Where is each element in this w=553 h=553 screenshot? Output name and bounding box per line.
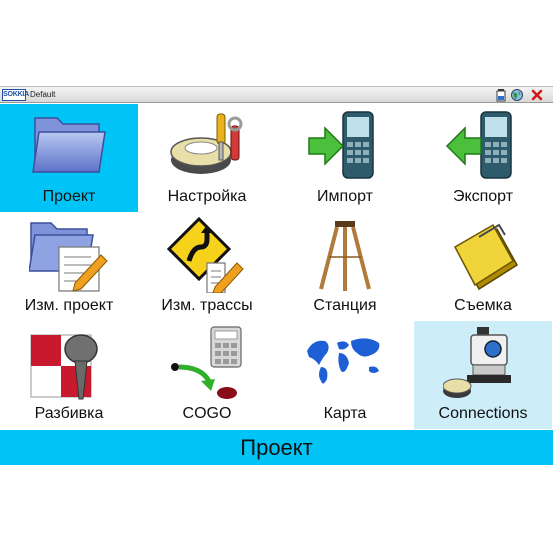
tile-station[interactable]: Станция (276, 213, 414, 321)
tile-label: Изм. трассы (161, 297, 253, 314)
window-title: Default (30, 90, 56, 99)
field-book-icon (454, 223, 518, 291)
tile-survey[interactable]: Съемка (414, 213, 552, 321)
tile-label: Проект (42, 188, 96, 205)
tile-settings[interactable]: Настройка (138, 104, 276, 212)
export-icon (445, 111, 512, 179)
tile-cogo[interactable]: COGO (138, 321, 276, 429)
tile-connections[interactable]: Connections (414, 321, 552, 429)
tile-label: Настройка (167, 188, 247, 205)
tile-label: Станция (313, 297, 377, 314)
world-map-icon (307, 338, 380, 384)
tile-edit-project[interactable]: Изм. проект (0, 213, 138, 321)
tile-map[interactable]: Карта (276, 321, 414, 429)
close-icon[interactable] (530, 88, 544, 102)
stakeout-icon (30, 334, 98, 400)
globe-icon[interactable] (510, 88, 524, 102)
settings-tools-icon (170, 113, 243, 174)
tile-export[interactable]: Экспорт (414, 104, 552, 212)
tile-label: COGO (182, 405, 232, 422)
tile-import[interactable]: Импорт (276, 104, 414, 212)
tile-label: Экспорт (452, 188, 514, 205)
edit-project-icon (29, 222, 108, 292)
tile-project[interactable]: Проект (0, 104, 138, 212)
road-sign-icon (167, 217, 244, 293)
battery-icon[interactable] (494, 88, 508, 102)
title-bar: SOKKIA Default (0, 86, 553, 103)
tile-edit-alignment[interactable]: Изм. трассы (138, 213, 276, 321)
app-logo: SOKKIA (2, 89, 29, 101)
tile-stakeout[interactable]: Разбивка (0, 321, 138, 429)
total-station-icon (443, 327, 511, 398)
import-icon (308, 111, 374, 179)
tile-label: Съемка (454, 297, 512, 314)
menu-grid: Проект Настройка Импорт Экспорт Изм. про… (0, 104, 553, 430)
folder-icon (32, 117, 106, 173)
tile-label: Карта (323, 405, 367, 422)
tile-label: Connections (438, 405, 528, 422)
tile-label: Разбивка (34, 405, 104, 422)
tripod-icon (319, 221, 371, 291)
status-footer: Проект (0, 430, 553, 465)
tile-label: Изм. проект (24, 297, 114, 314)
cogo-icon (171, 326, 242, 399)
tile-label: Импорт (317, 188, 373, 205)
